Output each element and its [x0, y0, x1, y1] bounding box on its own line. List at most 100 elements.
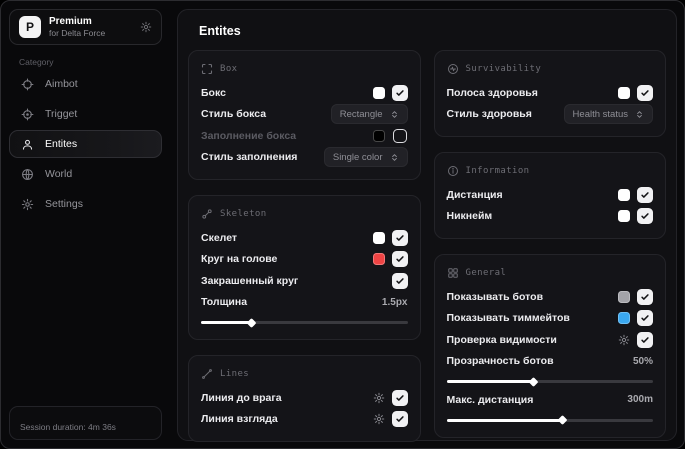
setting-row-max-distance: Макс. дистанция 300m — [447, 389, 654, 411]
frame-corners-icon — [201, 63, 213, 75]
brand-text: Premium for Delta Force — [49, 16, 132, 38]
checkbox[interactable] — [391, 272, 408, 289]
sidebar-item-world[interactable]: World — [9, 160, 162, 188]
setting-row-skeleton: Скелет — [201, 227, 408, 249]
checkbox[interactable] — [637, 84, 653, 101]
row-label: Скелет — [201, 231, 238, 244]
setting-row-health-bar: Полоса здоровья — [447, 82, 653, 104]
brand-logo: P — [19, 16, 41, 38]
crosshair-icon — [21, 78, 34, 91]
gear-icon[interactable] — [373, 413, 385, 425]
slider-thumb[interactable] — [246, 317, 256, 328]
slider-fill — [446, 415, 568, 425]
person-icon — [21, 138, 34, 151]
checkbox[interactable] — [391, 389, 408, 406]
check-icon — [641, 336, 649, 343]
slider-fill — [201, 317, 256, 328]
panel-title: Survivability — [465, 64, 542, 74]
color-swatch[interactable] — [372, 86, 385, 99]
session-duration: Session duration: 4m 36s — [9, 406, 162, 440]
row-label: Заполнение бокса — [201, 129, 297, 142]
row-label: Стиль бокса — [201, 108, 267, 121]
gear-icon[interactable] — [140, 21, 152, 33]
panel-title: Skeleton — [220, 209, 267, 219]
max-distance-slider[interactable] — [446, 415, 653, 425]
session-duration-label: Session duration: 4m 36s — [20, 422, 116, 432]
setting-row-box-fill: Заполнение бокса — [201, 125, 408, 147]
checkbox[interactable] — [637, 331, 653, 348]
diagonal-line-icon — [201, 368, 213, 380]
check-icon — [641, 315, 649, 322]
checkbox[interactable] — [637, 186, 653, 203]
check-icon — [395, 416, 404, 423]
row-label: Показывать тиммейтов — [446, 312, 570, 325]
setting-row-filled-circle: Закрашенный круг — [201, 270, 408, 292]
checkbox[interactable] — [391, 229, 408, 246]
bot-opacity-slider[interactable] — [446, 376, 653, 387]
color-swatch[interactable] — [372, 231, 385, 244]
checkbox[interactable] — [392, 128, 407, 143]
setting-row-fill-style: Стиль заполнения Single color — [201, 147, 408, 169]
color-swatch[interactable] — [372, 253, 385, 266]
row-label: Дистанция — [446, 188, 503, 201]
check-icon — [395, 89, 404, 96]
color-swatch[interactable] — [372, 129, 385, 142]
checkbox[interactable] — [637, 208, 653, 225]
row-label: Бокс — [201, 86, 226, 99]
gear-icon — [21, 198, 34, 211]
checkbox[interactable] — [391, 411, 408, 428]
sidebar-menu: Aimbot Trigget Entites World Settings — [9, 70, 162, 218]
panel-title: Lines — [220, 369, 250, 379]
row-label: Показывать ботов — [446, 290, 544, 303]
brand-subtitle: for Delta Force — [49, 27, 106, 38]
panel-title: Information — [465, 166, 530, 176]
main-panel: Entites Box Бокс Стиль бокса Rectangle З… — [177, 9, 677, 442]
sidebar-item-entites[interactable]: Entites — [9, 130, 162, 158]
health-style-select[interactable]: Health status — [563, 104, 653, 125]
box-style-select[interactable]: Rectangle — [330, 104, 408, 125]
box-panel: Box Бокс Стиль бокса Rectangle Заполнени… — [188, 50, 421, 180]
sidebar: P Premium for Delta Force Category Aimbo… — [1, 1, 173, 448]
sidebar-item-aimbot[interactable]: Aimbot — [9, 70, 162, 98]
color-swatch[interactable] — [618, 312, 630, 325]
row-label: Макс. дистанция — [446, 393, 534, 406]
color-swatch[interactable] — [618, 290, 630, 303]
check-icon — [395, 277, 404, 284]
survivability-panel: Survivability Полоса здоровья Стиль здор… — [433, 50, 666, 137]
setting-row-bot-opacity: Прозрачность ботов 50% — [447, 351, 654, 373]
setting-row-nickname: Никнейм — [446, 206, 653, 228]
sidebar-item-label: Trigget — [45, 108, 78, 120]
color-swatch[interactable] — [618, 86, 630, 99]
checkbox[interactable] — [391, 251, 408, 268]
checkbox[interactable] — [391, 84, 408, 101]
slider-thumb[interactable] — [557, 415, 568, 425]
slider-value: 300m — [627, 394, 653, 406]
color-swatch[interactable] — [618, 188, 630, 201]
gear-icon[interactable] — [618, 334, 630, 346]
sidebar-item-label: Settings — [45, 198, 83, 210]
left-column: Box Бокс Стиль бокса Rectangle Заполнени… — [188, 50, 421, 442]
panel-title: General — [465, 268, 507, 278]
fill-style-select[interactable]: Single color — [323, 147, 408, 168]
brand-title: Premium — [49, 15, 92, 27]
checkbox[interactable] — [637, 310, 653, 327]
sidebar-item-trigget[interactable]: Trigget — [9, 100, 162, 128]
setting-row-view-line: Линия взгляда — [201, 409, 408, 431]
row-label: Никнейм — [446, 210, 493, 223]
row-label: Закрашенный круг — [201, 274, 299, 287]
checkbox[interactable] — [637, 288, 653, 305]
thickness-slider[interactable] — [201, 317, 408, 328]
sidebar-item-label: Entites — [45, 138, 78, 150]
select-value: Health status — [572, 108, 628, 120]
sidebar-item-settings[interactable]: Settings — [9, 190, 162, 218]
crosshair-dot-icon — [21, 108, 34, 121]
check-icon — [641, 89, 649, 96]
setting-row-show-bots: Показывать ботов — [446, 286, 653, 308]
color-swatch[interactable] — [618, 210, 630, 223]
slider-thumb[interactable] — [528, 376, 539, 387]
setting-row-health-style: Стиль здоровья Health status — [447, 104, 653, 126]
globe-icon — [21, 168, 34, 181]
gear-icon[interactable] — [373, 392, 385, 404]
slider-value: 1.5px — [381, 296, 408, 308]
brand-card: P Premium for Delta Force — [9, 9, 162, 45]
